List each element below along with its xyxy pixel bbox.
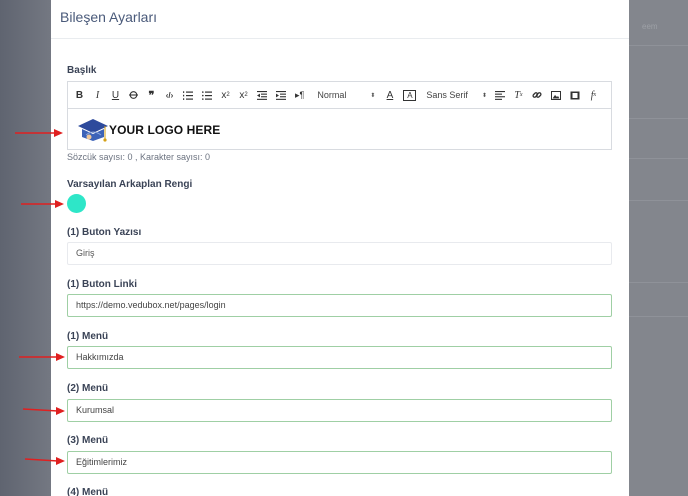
font-select-caret-icon: ⬍ <box>481 92 487 99</box>
rich-text-editor[interactable]: B I U ❞ ‹/› x2 x2 ▸¶ Normal ⬍ A A Sans S… <box>67 81 612 150</box>
bold-icon[interactable]: B <box>75 88 84 102</box>
formula-icon[interactable]: fx <box>589 88 598 102</box>
menu2-input[interactable]: Kurumsal <box>67 399 612 422</box>
font-select-value: Sans Serif <box>426 90 468 100</box>
blockquote-icon[interactable]: ❞ <box>147 88 156 102</box>
backdrop-left <box>0 0 51 496</box>
button-text-input[interactable]: Giriş <box>67 242 612 265</box>
align-icon[interactable] <box>494 88 505 102</box>
subscript-icon[interactable]: x2 <box>221 88 230 102</box>
outdent-icon[interactable] <box>257 88 267 102</box>
font-select[interactable]: Sans Serif ⬍ <box>426 90 487 100</box>
annotation-arrow-icon <box>15 129 63 137</box>
underline-icon[interactable]: U <box>111 88 120 102</box>
menu1-label: (1) Menü <box>67 331 109 342</box>
link-icon[interactable] <box>532 88 542 102</box>
clean-format-icon[interactable]: Tx <box>514 88 523 102</box>
header-select-value: Normal <box>317 90 347 100</box>
editor-content[interactable]: YOUR LOGO HERE <box>68 109 611 145</box>
annotation-arrow-icon <box>24 457 65 465</box>
menu3-label: (3) Menü <box>67 435 109 446</box>
button-text-label: (1) Buton Yazısı <box>67 227 142 238</box>
bullet-list-icon[interactable] <box>202 88 212 102</box>
graduation-cap-icon <box>78 119 108 142</box>
word-count: Sözcük sayısı: 0 , Karakter sayısı: 0 <box>67 152 211 162</box>
menu1-input[interactable]: Hakkımızda <box>67 346 612 369</box>
menu4-label: (4) Menü <box>67 487 109 496</box>
backdrop-right <box>629 0 688 496</box>
modal-title: Bileşen Ayarları <box>60 9 158 25</box>
video-icon[interactable] <box>570 88 580 102</box>
menu2-label: (2) Menü <box>67 383 109 394</box>
code-icon[interactable]: ‹/› <box>165 88 174 102</box>
text-direction-icon[interactable]: ▸¶ <box>295 88 304 102</box>
header-select[interactable]: Normal ⬍ <box>317 90 375 100</box>
superscript-icon[interactable]: x2 <box>239 88 248 102</box>
logo-text: YOUR LOGO HERE <box>109 123 221 137</box>
button-link-input[interactable]: https://demo.vedubox.net/pages/login <box>67 294 612 317</box>
bg-color-label: Varsayılan Arkaplan Rengi <box>67 179 193 190</box>
button-link-label: (1) Buton Linki <box>67 279 137 290</box>
title-label: Başlık <box>67 65 97 76</box>
annotation-arrow-icon <box>22 407 65 415</box>
text-color-icon[interactable]: A <box>385 88 394 102</box>
editor-toolbar: B I U ❞ ‹/› x2 x2 ▸¶ Normal ⬍ A A Sans S… <box>68 82 611 109</box>
bg-color-swatch[interactable] <box>67 194 86 213</box>
backdrop-divider <box>629 45 688 46</box>
modal-header: Bileşen Ayarları <box>51 0 629 39</box>
annotation-arrow-icon <box>19 353 65 361</box>
backdrop-divider <box>629 158 688 159</box>
italic-icon[interactable]: I <box>93 88 102 102</box>
strikethrough-icon[interactable] <box>129 88 138 102</box>
settings-modal: Bileşen Ayarları Başlık B I U ❞ ‹/› x2 x… <box>51 0 629 496</box>
backdrop-text: eem <box>642 22 658 31</box>
menu3-input[interactable]: Eğitimlerimiz <box>67 451 612 474</box>
indent-icon[interactable] <box>276 88 286 102</box>
backdrop-divider <box>629 316 688 317</box>
backdrop-divider <box>629 282 688 283</box>
annotation-arrow-icon <box>21 200 64 208</box>
image-icon[interactable] <box>550 88 561 102</box>
ordered-list-icon[interactable] <box>183 88 193 102</box>
background-color-icon[interactable]: A <box>403 89 417 101</box>
backdrop-divider <box>629 200 688 201</box>
header-select-caret-icon: ⬍ <box>370 92 376 99</box>
backdrop-divider <box>629 118 688 119</box>
